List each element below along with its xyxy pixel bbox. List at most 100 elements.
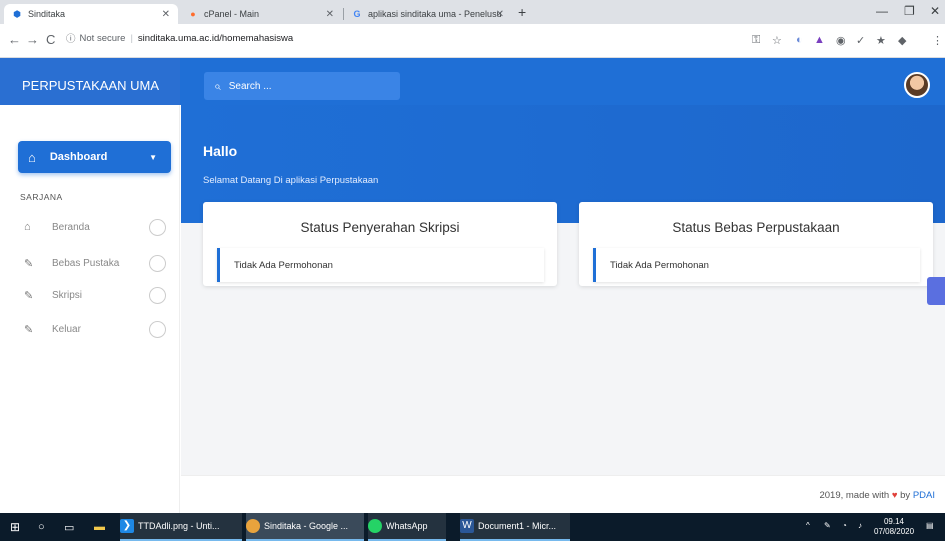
edit-icon: ✎ [24, 323, 34, 336]
taskbar-app-whatsapp[interactable]: WhatsApp [368, 513, 446, 541]
browser-tab-bar: ⬢ Sinditaka ✕ ● cPanel - Main ✕ G aplika… [0, 0, 945, 24]
circle-indicator [149, 254, 166, 272]
browser-address-bar: ← → C ⓘ Not secure | sinditaka.uma.ac.id… [0, 24, 945, 58]
taskbar-app-word[interactable]: W Document1 - Micr... [460, 513, 570, 541]
card-title: Status Bebas Perpustakaan [672, 220, 840, 235]
notification-icon[interactable]: ▤ [926, 521, 934, 531]
task-view-icon[interactable]: ▭ [64, 513, 74, 541]
search-placeholder: Search ... [228, 80, 272, 92]
taskbar-app-label: WhatsApp [386, 521, 428, 531]
omnibox[interactable]: ⓘ Not secure | sinditaka.uma.ac.id/homem… [66, 27, 746, 49]
avatar[interactable] [904, 72, 930, 98]
extension-icon[interactable]: ◐ [796, 34, 803, 46]
key-icon[interactable]: ⚿ [752, 34, 760, 47]
sidebar-item-beranda[interactable]: ⌂ Beranda [24, 217, 170, 237]
sidebar-item-skripsi[interactable]: ✎ Skripsi [24, 285, 170, 305]
new-tab-button[interactable]: + [518, 4, 526, 20]
close-tab-icon[interactable]: ✕ [162, 9, 170, 20]
status-card-bebas-perpustakaan: Status Bebas Perpustakaan Tidak Ada Perm… [579, 202, 933, 286]
footer-prefix: 2019, made with [819, 490, 890, 501]
edit-icon: ✎ [24, 257, 34, 270]
brand-title[interactable]: PERPUSTAKAAN UMA [0, 58, 180, 105]
status-item: Tidak Ada Permohonan [593, 248, 920, 282]
cpanel-favicon-icon: ● [190, 9, 196, 19]
home-icon: ⌂ [24, 221, 31, 233]
close-window-icon[interactable]: ✕ [930, 4, 940, 18]
security-label: Not secure [79, 32, 126, 44]
windows-start-icon[interactable]: ⊞ [10, 513, 20, 541]
footer: 2019, made with ♥ by PDAI [181, 475, 945, 513]
close-tab-icon[interactable]: ✕ [496, 9, 504, 20]
info-icon[interactable]: ⓘ [66, 31, 76, 45]
sidebar-item-label: Skripsi [52, 289, 83, 301]
status-item: Tidak Ada Permohonan [217, 248, 544, 282]
circle-indicator [149, 286, 166, 304]
circle-indicator [149, 218, 166, 236]
home-icon: ⌂ [28, 149, 36, 165]
tray-chevron-icon[interactable]: ^ [806, 521, 810, 531]
footer-by: by [900, 490, 911, 501]
file-explorer-icon[interactable]: ▬ [94, 513, 105, 541]
sidebar-item-dashboard[interactable]: ⌂ Dashboard ▼ [18, 141, 171, 173]
chrome-icon [246, 519, 260, 533]
taskbar-app-chrome[interactable]: Sinditaka - Google ... [246, 513, 364, 541]
minimize-icon[interactable]: — [876, 4, 888, 18]
edit-icon: ✎ [24, 289, 34, 302]
chevron-down-icon: ▼ [149, 152, 157, 162]
welcome-text: Selamat Datang Di aplikasi Perpustakaan [203, 175, 379, 186]
taskbar-app-vscode[interactable]: ❯ TTDAdli.png - Unti... [120, 513, 242, 541]
extension-icon[interactable]: ◉ [836, 34, 846, 47]
clock-date: 07/08/2020 [874, 527, 915, 536]
bookmark-star-icon[interactable]: ☆ [772, 34, 782, 47]
heart-icon: ♥ [891, 490, 898, 501]
tab-title: Sinditaka [28, 9, 66, 19]
puzzle-extension-icon[interactable]: ★ [876, 34, 886, 47]
reload-icon[interactable]: C [46, 32, 55, 47]
main-content: Hallo Selamat Datang Di aplikasi Perpust… [181, 105, 945, 513]
menu-icon[interactable]: ⋮ [932, 34, 943, 47]
sidebar-item-label: Bebas Pustaka [52, 257, 120, 269]
whatsapp-icon [368, 519, 382, 533]
word-icon: W [460, 519, 474, 533]
app-header: PERPUSTAKAAN UMA ⌕ Search ... [0, 58, 945, 105]
forward-icon[interactable]: → [26, 32, 39, 47]
search-icon: ⌕ [214, 78, 221, 93]
circle-indicator [149, 320, 166, 338]
wifi-icon[interactable]: ◔ [842, 521, 847, 531]
back-icon[interactable]: ← [8, 32, 21, 47]
sidebar-section-title: SARJANA [20, 192, 63, 202]
google-favicon-icon: G [353, 9, 361, 19]
extension-icon[interactable]: ▲ [814, 34, 825, 46]
pen-icon[interactable]: ✎ [824, 521, 831, 531]
browser-tab-sinditaka[interactable]: ⬢ Sinditaka ✕ [4, 4, 178, 24]
browser-tab-cpanel[interactable]: ● cPanel - Main ✕ [180, 4, 342, 24]
taskbar-app-label: TTDAdli.png - Unti... [138, 521, 220, 531]
sidebar-item-label: Beranda [52, 221, 90, 233]
footer-text: 2019, made with ♥ by PDAI [819, 490, 935, 501]
clock[interactable]: 09.14 07/08/2020 [874, 517, 914, 537]
search-input[interactable]: ⌕ Search ... [204, 72, 400, 100]
taskbar-app-label: Sinditaka - Google ... [264, 521, 349, 531]
browser-tab-google-search[interactable]: G aplikasi sinditaka uma - Penelusu ✕ [344, 4, 512, 24]
url-text[interactable]: sinditaka.uma.ac.id/homemahasiswa [138, 33, 293, 44]
settings-toggle-button[interactable] [927, 277, 945, 305]
restore-icon[interactable]: ❐ [904, 4, 915, 18]
search-icon[interactable]: ○ [38, 513, 45, 541]
card-title: Status Penyerahan Skripsi [300, 220, 460, 235]
footer-link[interactable]: PDAI [913, 490, 935, 501]
status-card-skripsi: Status Penyerahan Skripsi Tidak Ada Perm… [203, 202, 557, 286]
page-title: Hallo [203, 143, 238, 159]
taskbar-app-label: Document1 - Micr... [478, 521, 557, 531]
close-tab-icon[interactable]: ✕ [326, 9, 334, 20]
sinditaka-favicon-icon: ⬢ [13, 9, 21, 19]
sidebar-item-keluar[interactable]: ✎ Keluar [24, 319, 170, 339]
taskbar: ⊞ ○ ▭ ▬ ❯ TTDAdli.png - Unti... Sinditak… [0, 513, 945, 541]
sidebar-item-bebas-pustaka[interactable]: ✎ Bebas Pustaka [24, 253, 170, 273]
volume-icon[interactable]: ♪ [858, 521, 862, 531]
omnibox-divider: | [130, 32, 133, 44]
vscode-icon: ❯ [120, 519, 134, 533]
profile-extension-icon[interactable]: ◆ [898, 34, 906, 47]
clock-time: 09.14 [883, 517, 905, 526]
checkmark-extension-icon[interactable]: ✓ [856, 34, 865, 47]
sidebar-item-label: Keluar [52, 323, 81, 335]
